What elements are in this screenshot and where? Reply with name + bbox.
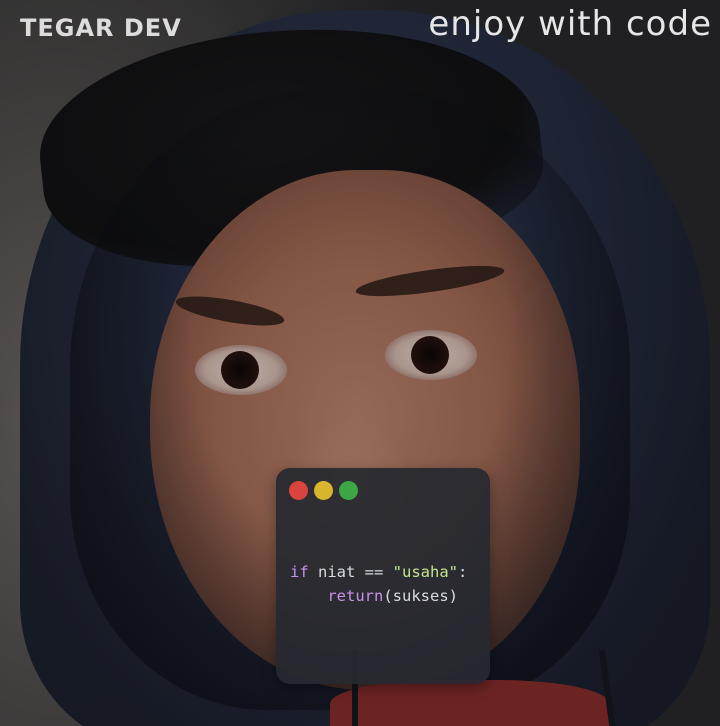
code-snippet: if niat == "usaha": return(sukses) — [290, 560, 467, 608]
code-operator: == — [364, 563, 384, 581]
window-controls — [289, 481, 358, 500]
brand-title: TEGAR DEV — [20, 14, 182, 42]
code-keyword-return: return — [327, 587, 384, 605]
tagline: enjoy with code — [428, 4, 712, 44]
poster-canvas: TEGAR DEV enjoy with code if niat == "us… — [0, 0, 720, 726]
close-dot-icon — [289, 481, 308, 500]
code-window: if niat == "usaha": return(sukses) — [276, 468, 490, 684]
code-string: "usaha" — [383, 563, 458, 581]
maximize-dot-icon — [339, 481, 358, 500]
code-variable: niat — [308, 563, 365, 581]
code-args: (sukses) — [383, 587, 458, 605]
minimize-dot-icon — [314, 481, 333, 500]
code-colon: : — [458, 563, 468, 581]
code-keyword-if: if — [290, 563, 309, 581]
